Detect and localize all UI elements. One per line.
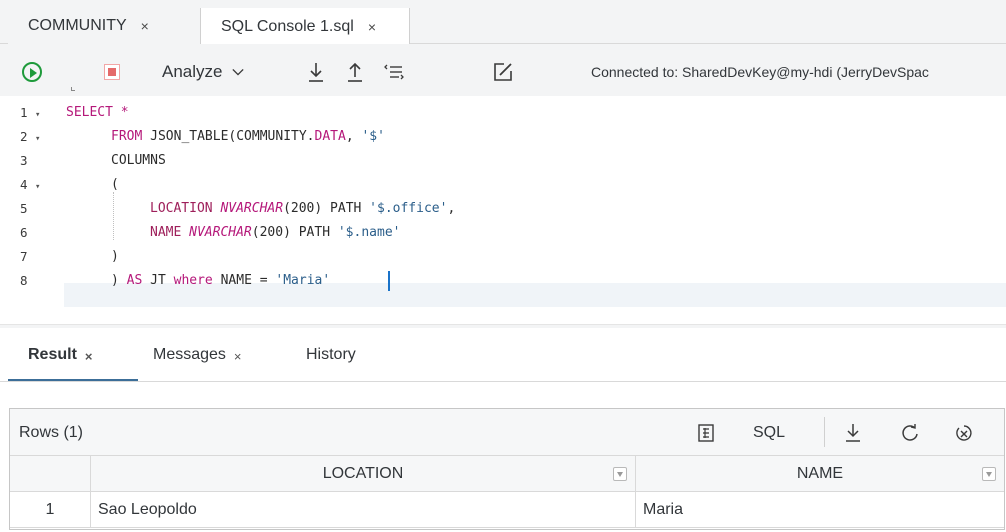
result-panel: Rows (1) SQL LOCATION NAME 1 Sao Leopold… (9, 408, 1005, 530)
line-number: 7 (20, 249, 28, 264)
column-header-name[interactable]: NAME (636, 456, 1004, 492)
code-line: NAME NVARCHAR(200) PATH '$.name' (150, 225, 401, 240)
code-line: ( (111, 177, 119, 192)
sql-button[interactable]: SQL (753, 423, 785, 443)
tab-history[interactable]: History (306, 346, 356, 376)
line-number: 8 (20, 273, 28, 288)
text-caret (388, 271, 390, 291)
close-icon[interactable]: × (368, 19, 376, 35)
sql-editor[interactable]: 1 ▾ 2 ▾ 3 4 ▾ 5 6 7 8 SELECT * FROM JSON… (0, 96, 1006, 324)
code-line: ) AS JT where NAME = 'Maria' (111, 273, 331, 288)
tab-label: SQL Console 1.sql (221, 17, 354, 35)
table-row[interactable]: 1 Sao Leopoldo Maria (10, 492, 1004, 528)
line-number: 4 ▾ (20, 177, 41, 192)
code-line: LOCATION NVARCHAR(200) PATH '$.office', (150, 201, 456, 216)
column-settings-icon[interactable] (696, 423, 716, 443)
editor-tab-bar: COMMUNITY × SQL Console 1.sql × (0, 0, 1006, 45)
cell-name[interactable]: Maria (636, 492, 1004, 528)
run-icon[interactable] (22, 62, 42, 82)
line-number: 1 ▾ (20, 105, 41, 120)
toolbar-divider (824, 417, 825, 447)
row-number: 1 (10, 492, 91, 528)
result-tab-bar: Result × Messages × History (0, 328, 1006, 382)
tab-label: Result (28, 346, 77, 363)
line-number: 2 ▾ (20, 129, 41, 144)
row-count: Rows (1) (19, 424, 84, 441)
edit-icon[interactable] (492, 60, 514, 84)
close-icon[interactable]: × (234, 349, 242, 364)
filter-icon[interactable] (613, 467, 627, 481)
code-line: FROM JSON_TABLE(COMMUNITY.DATA, '$' (111, 129, 385, 144)
cell-location[interactable]: Sao Leopoldo (91, 492, 636, 528)
analyze-dropdown[interactable]: Analyze (162, 60, 245, 84)
tab-result[interactable]: Result × (8, 346, 138, 381)
tab-sql-console[interactable]: SQL Console 1.sql × (200, 8, 410, 45)
line-number: 6 (20, 225, 28, 240)
code-line: COLUMNS (111, 153, 166, 168)
tab-community[interactable]: COMMUNITY × (8, 8, 201, 44)
filter-icon[interactable] (982, 467, 996, 481)
column-header-location[interactable]: LOCATION (91, 456, 636, 492)
connection-status: Connected to: SharedDevKey@my-hdi (Jerry… (591, 64, 929, 80)
close-icon[interactable]: × (85, 349, 93, 364)
tab-label: Messages (153, 346, 226, 363)
result-header: Rows (1) SQL (10, 409, 1004, 456)
line-gutter: 1 ▾ 2 ▾ 3 4 ▾ 5 6 7 8 (0, 96, 64, 324)
code-line: ) (111, 249, 119, 264)
analyze-label: Analyze (162, 62, 223, 81)
active-tab-indicator (8, 379, 138, 381)
tab-messages[interactable]: Messages × (153, 346, 242, 376)
chevron-down-icon (232, 68, 245, 76)
stop-icon[interactable] (104, 64, 120, 80)
indent-guide (113, 192, 114, 240)
code-line: SELECT * (66, 105, 129, 120)
resize-corner-icon (71, 87, 75, 91)
format-icon[interactable] (384, 60, 406, 84)
upload-icon[interactable] (344, 60, 366, 84)
line-number: 5 (20, 201, 28, 216)
download-icon[interactable] (843, 423, 863, 443)
clear-icon[interactable] (954, 423, 974, 443)
row-number-header (10, 456, 91, 492)
tab-label: COMMUNITY (28, 17, 127, 34)
column-header-label: LOCATION (322, 464, 404, 482)
refresh-icon[interactable] (900, 423, 920, 443)
close-icon[interactable]: × (141, 18, 149, 34)
sql-toolbar: Analyze Connected to: SharedDevKey@my-hd… (0, 44, 1006, 96)
grid-header-row: LOCATION NAME (10, 456, 1004, 492)
download-icon[interactable] (305, 60, 327, 84)
tab-label: History (306, 346, 356, 363)
line-number: 3 (20, 153, 28, 168)
column-header-label: NAME (796, 464, 844, 482)
